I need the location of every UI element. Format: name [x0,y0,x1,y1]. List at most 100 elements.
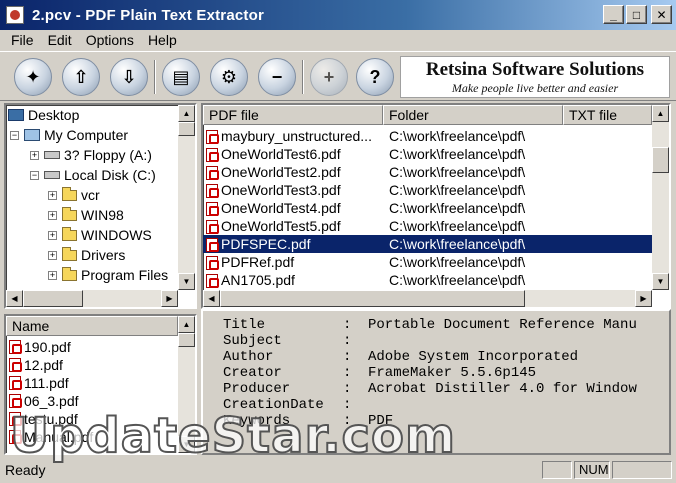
extract-button[interactable]: ▤ [162,58,200,96]
close-button[interactable]: ✕ [651,5,672,24]
property-separator: : [343,333,352,349]
table-row[interactable]: AN1705.pdf C:\work\freelance\pdf\ [203,271,652,289]
company-logo: Retsina Software Solutions Make people l… [400,56,670,98]
status-pane-num: NUM [574,461,610,479]
tree-item-folder[interactable]: + WIN98 [48,205,124,225]
property-value: FrameMaker 5.5.6p145 [368,365,537,381]
status-text: Ready [5,462,46,478]
table-row[interactable]: OneWorldTest3.pdf C:\work\freelance\pdf\ [203,181,652,199]
property-row: Author: Adobe System Incorporated [223,349,663,365]
tree-horizontal-scrollbar[interactable]: ◀ ▶ [6,290,178,307]
tree-item-folder[interactable]: + vcr [48,185,100,205]
folder-icon [62,246,77,261]
folder-icon [62,186,77,201]
pdf-file-list[interactable]: PDF file Folder TXT file maybury_unstruc… [201,103,671,309]
folder-path: C:\work\freelance\pdf\ [389,218,526,234]
table-row[interactable]: OneWorldTest4.pdf C:\work\freelance\pdf\ [203,199,652,217]
scroll-left-icon[interactable]: ◀ [203,290,220,307]
help-button[interactable]: ? [356,58,394,96]
table-row[interactable]: OneWorldTest5.pdf C:\work\freelance\pdf\ [203,217,652,235]
folder-path: C:\work\freelance\pdf\ [389,146,526,162]
minimize-button[interactable]: _ [603,5,624,24]
pdf-icon [206,184,219,199]
table-row[interactable]: OneWorldTest6.pdf C:\work\freelance\pdf\ [203,145,652,163]
table-row[interactable]: PDFRef.pdf C:\work\freelance\pdf\ [203,253,652,271]
scroll-thumb[interactable] [652,147,669,173]
scroll-thumb[interactable] [23,290,83,307]
remove-button[interactable]: − [258,58,296,96]
save-button[interactable]: ⇩ [110,58,148,96]
table-row[interactable]: maybury_unstructured... C:\work\freelance… [203,127,652,145]
new-icon: ✦ [25,66,41,87]
txt-file-name [568,271,652,289]
tree-item-folder[interactable]: + Drivers [48,245,125,265]
menu-help[interactable]: Help [141,32,184,48]
expand-icon[interactable]: + [48,210,57,220]
pdf-icon [206,220,219,235]
scroll-down-icon[interactable]: ▼ [178,273,195,290]
pdf-file-name: AN1705.pdf [221,272,295,288]
expand-icon[interactable]: + [48,270,57,280]
scroll-up-icon[interactable]: ▲ [178,316,195,333]
expand-icon[interactable]: + [48,190,57,200]
table-row[interactable]: PDFSPEC.pdf C:\work\freelance\pdf\ [203,235,652,253]
tree-item-folder[interactable]: + Program Files [48,265,168,285]
files-horizontal-scrollbar[interactable]: ◀ ▶ [203,290,652,307]
list-item[interactable]: 12.pdf [9,356,63,374]
folder-path: C:\work\freelance\pdf\ [389,254,526,270]
window-title: 2.pcv - PDF Plain Text Extractor [32,6,265,24]
new-button[interactable]: ✦ [14,58,52,96]
folder-icon [62,226,77,241]
pdf-icon [206,256,219,271]
scroll-right-icon[interactable]: ▶ [635,290,652,307]
collapse-icon[interactable]: − [30,170,39,180]
tree-item-my-computer[interactable]: − My Computer [10,125,128,145]
property-row: Producer: Acrobat Distiller 4.0 for Windo… [223,381,663,397]
pdf-icon [9,376,22,390]
expand-icon[interactable]: + [48,250,57,260]
add-button[interactable]: + [310,58,348,96]
column-header-folder[interactable]: Folder [383,105,563,125]
folder-path: C:\work\freelance\pdf\ [389,236,526,252]
scroll-up-icon[interactable]: ▲ [652,105,669,122]
list-item[interactable]: 111.pdf [9,374,69,392]
column-header-txt-file[interactable]: TXT file [563,105,652,125]
files-vertical-scrollbar[interactable]: ▲ ▼ [652,105,669,290]
pdf-file-name: PDFSPEC.pdf [221,236,311,252]
desktop-icon [8,109,24,121]
column-header-pdf-file[interactable]: PDF file [203,105,383,125]
maximize-button[interactable]: □ [626,5,647,24]
menu-file[interactable]: File [4,32,41,48]
folder-path: C:\work\freelance\pdf\ [389,272,526,288]
scroll-thumb[interactable] [178,122,195,136]
app-icon[interactable] [6,6,24,24]
scroll-thumb[interactable] [220,290,525,307]
pdf-file-name: OneWorldTest6.pdf [221,146,341,162]
toolbar: ✦ ⇧ ⇩ ▤ ⚙ − + ? Retsina Software Solutio… [0,51,676,101]
tree-item-folder[interactable]: + WINDOWS [48,225,152,245]
scroll-right-icon[interactable]: ▶ [161,290,178,307]
tree-item-desktop[interactable]: Desktop [8,105,79,125]
settings-button[interactable]: ⚙ [210,58,248,96]
scroll-thumb[interactable] [178,333,195,347]
folder-tree[interactable]: Desktop − My Computer +3? Floppy (A:) − Lo… [4,103,197,309]
property-row: Title: Portable Document Reference Manu [223,317,663,333]
add-icon: + [323,66,335,87]
tree-item-floppy[interactable]: +3? Floppy (A:) [30,145,152,165]
menu-options[interactable]: Options [79,32,141,48]
expand-icon[interactable]: + [30,150,39,160]
scroll-left-icon[interactable]: ◀ [6,290,23,307]
menu-edit[interactable]: Edit [41,32,79,48]
table-row[interactable]: OneWorldTest2.pdf C:\work\freelance\pdf\ [203,163,652,181]
folder-path: C:\work\freelance\pdf\ [389,200,526,216]
tree-item-local-disk[interactable]: − Local Disk (C:) [30,165,156,185]
expand-icon[interactable]: + [48,230,57,240]
scroll-up-icon[interactable]: ▲ [178,105,195,122]
open-button[interactable]: ⇧ [62,58,100,96]
collapse-icon[interactable]: − [10,130,19,140]
pdf-file-name: maybury_unstructured... [221,128,372,144]
scroll-down-icon[interactable]: ▼ [652,273,669,290]
tree-vertical-scrollbar[interactable]: ▲ ▼ [178,105,195,290]
column-header-name[interactable]: Name [6,316,178,336]
list-item[interactable]: 190.pdf [9,338,71,356]
